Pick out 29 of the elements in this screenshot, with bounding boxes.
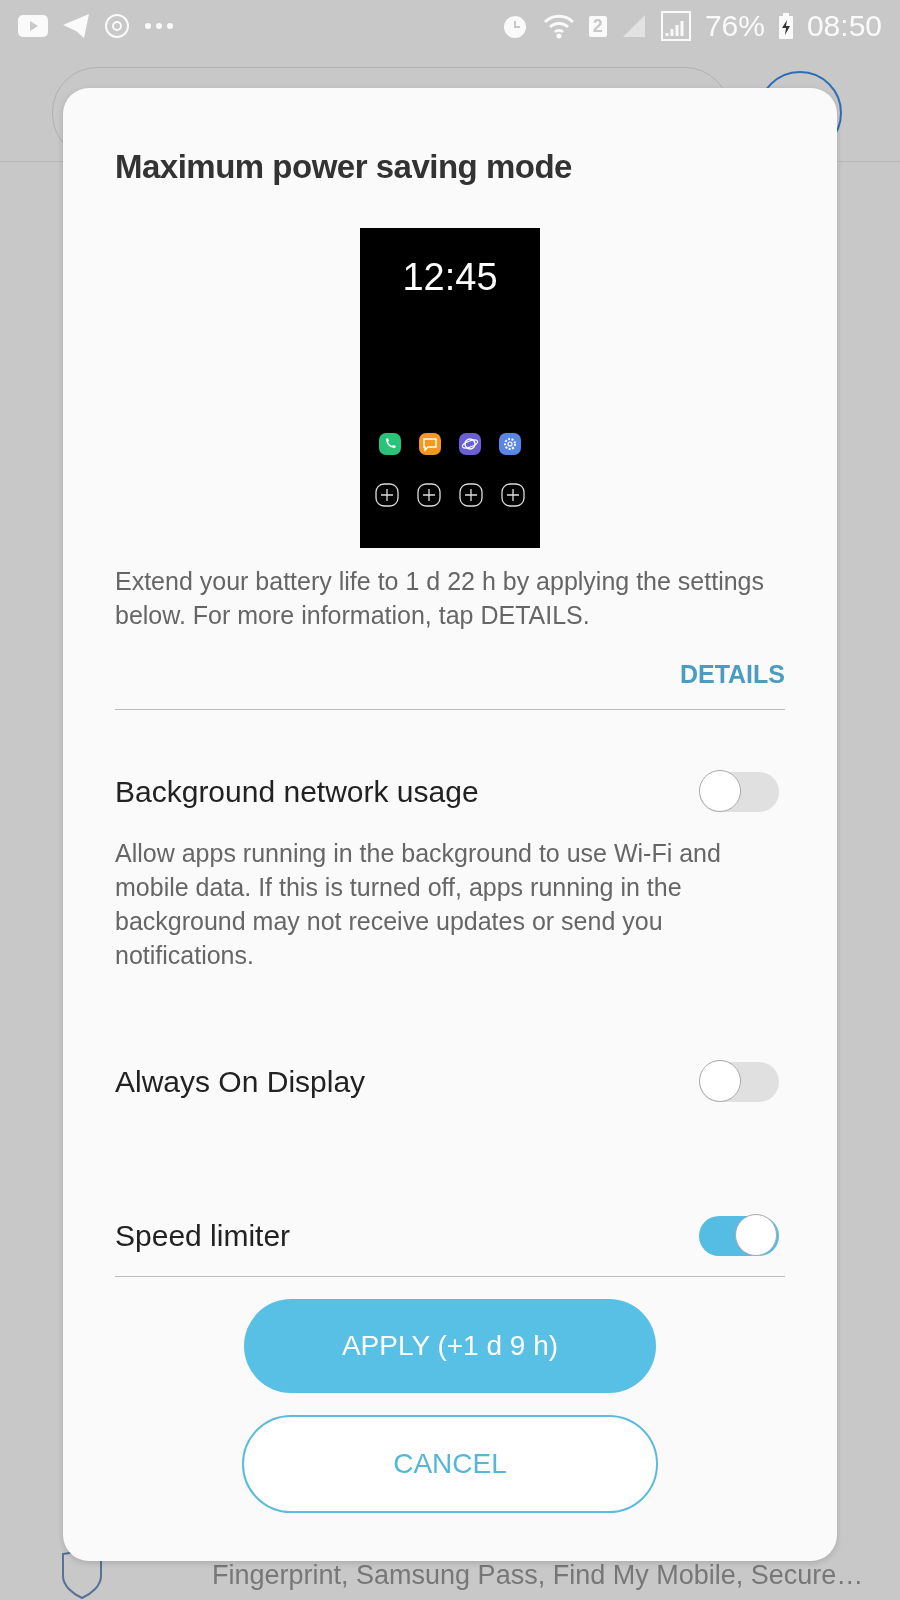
signal-icon [660, 11, 691, 41]
setting-description: Allow apps running in the background to use Wi-Fi and mobile data. If this is turned off, apps running in the background may not receive updates or send you notifications. [115, 838, 722, 971]
add-icon [417, 483, 441, 507]
toggle-switch[interactable] [699, 1062, 779, 1102]
add-icon [459, 483, 483, 507]
add-icon [501, 483, 525, 507]
preview-clock: 12:45 [402, 256, 498, 299]
setting-label: Always On Display [115, 1065, 366, 1099]
battery-charging-icon [778, 13, 793, 39]
message-icon [419, 433, 441, 455]
toggle-switch[interactable] [699, 772, 779, 812]
video-icon [18, 15, 48, 37]
details-link[interactable]: DETAILS [679, 660, 785, 689]
add-icon [375, 483, 399, 507]
planet-icon [459, 433, 481, 455]
gear-icon [499, 433, 521, 455]
apply-button[interactable]: APPLY (+1 d 9 h) [244, 1299, 656, 1393]
paper-plane-icon [62, 13, 90, 39]
settings-summary: Fingerprint, Samsung Pass, Find My Mobile, Secure… [212, 1559, 864, 1591]
toggle-switch[interactable] [699, 1216, 779, 1256]
setting-label: Speed limiter [115, 1219, 291, 1253]
coin-icon [104, 13, 130, 39]
wifi-icon [542, 13, 575, 39]
cancel-button[interactable]: CANCEL [242, 1415, 658, 1513]
description: Extend your battery life to 1 d 22 h by applying the settings below. For more information, tap DETAILS. [115, 566, 765, 631]
phone-icon [379, 433, 401, 455]
setting-label: Background network usage [115, 775, 479, 809]
dialog-title: Maximum power saving mode [115, 148, 573, 186]
more-icon [144, 22, 174, 30]
